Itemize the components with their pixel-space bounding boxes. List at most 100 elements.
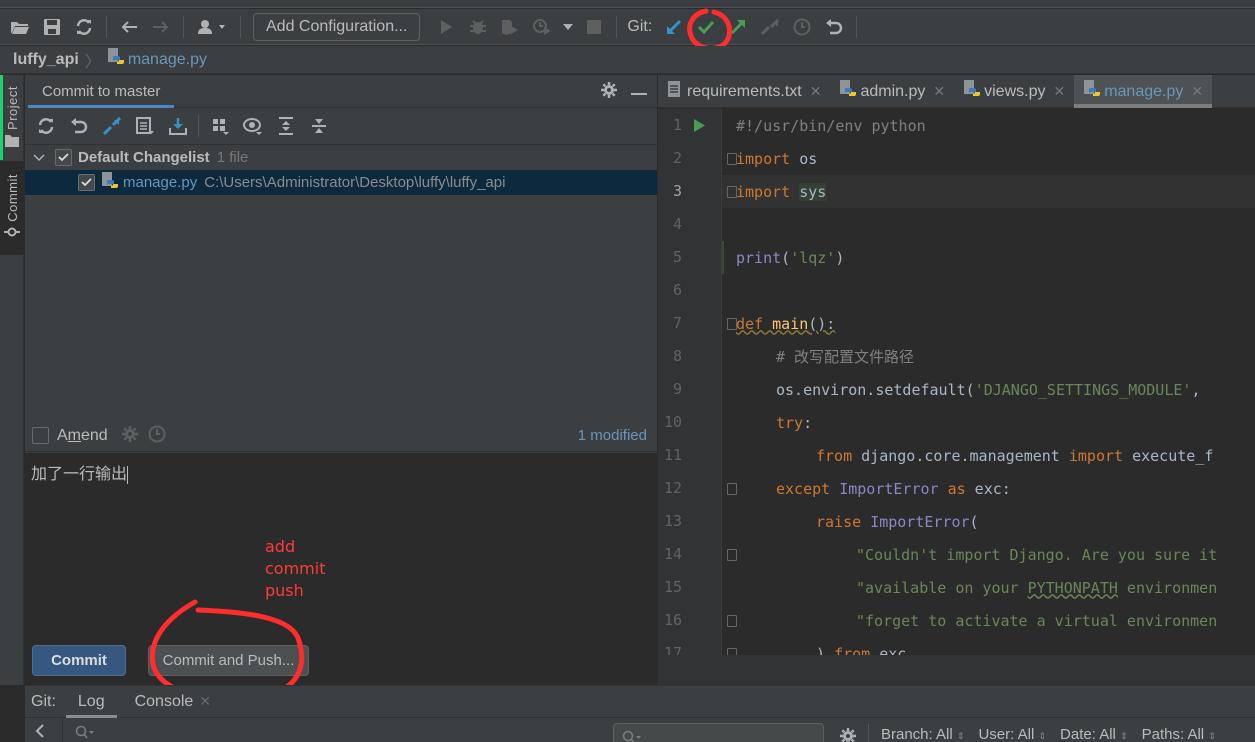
debug-icon[interactable]: [464, 13, 492, 41]
back-arrow-icon[interactable]: [115, 13, 143, 41]
python-file-icon: [963, 80, 981, 103]
git-merge-icon[interactable]: [756, 13, 784, 41]
dropdown-icon[interactable]: [560, 13, 576, 41]
fold-marker-icon[interactable]: [727, 648, 737, 655]
close-icon[interactable]: ✕: [1191, 83, 1203, 100]
profile-icon[interactable]: [528, 13, 556, 41]
expand-all-icon[interactable]: [273, 114, 298, 139]
coverage-icon[interactable]: [496, 13, 524, 41]
save-icon[interactable]: [38, 13, 66, 41]
commit-panel-toolbar: [25, 108, 657, 145]
tab-console[interactable]: Console: [135, 686, 194, 718]
minimize-icon[interactable]: [631, 83, 647, 100]
close-icon[interactable]: ✕: [933, 83, 945, 100]
add-configuration-button[interactable]: Add Configuration...: [253, 12, 421, 41]
line-number-gutter: 1 2 3 4 5 6 7 8 9 10 11 12 13 14 15 16 1…: [658, 109, 722, 685]
line-number: 14: [663, 545, 682, 563]
chevron-left-icon[interactable]: [35, 724, 45, 742]
commit-tool-button[interactable]: Commit: [0, 161, 24, 255]
filter-branch[interactable]: Branch: All ⇕: [881, 726, 964, 742]
code-line: "available on your PYTHONPATH environmen: [856, 578, 1218, 597]
separator: [62, 718, 63, 742]
code-line: try:: [776, 413, 813, 432]
code-line: os.environ.setdefault('DJANGO_SETTINGS_M…: [776, 380, 1201, 399]
breadcrumb-separator: 〉: [84, 53, 101, 71]
git-label: Git:: [627, 17, 653, 35]
forward-arrow-icon[interactable]: [147, 13, 175, 41]
tab-views-py[interactable]: views.py ✕: [954, 75, 1074, 108]
vcs-change-marker[interactable]: [722, 241, 724, 274]
user-dropdown-icon[interactable]: [192, 13, 232, 41]
code-line: ) from exc: [722, 637, 1255, 655]
sync-icon[interactable]: [70, 13, 98, 41]
editor-bottom-strip: [658, 655, 1255, 685]
line-number: 12: [663, 479, 682, 497]
fold-marker-icon[interactable]: [727, 549, 737, 561]
log-search-input[interactable]: [613, 723, 824, 742]
close-icon[interactable]: ✕: [810, 83, 822, 100]
changes-tree: Default Changelist 1 file manage.py C:\U…: [25, 145, 657, 450]
changelist-checkbox[interactable]: [55, 149, 72, 166]
changelist-row[interactable]: Default Changelist 1 file: [25, 145, 657, 170]
commit-button[interactable]: Commit: [32, 645, 126, 676]
amend-checkbox[interactable]: [32, 427, 49, 444]
tab-requirements-txt[interactable]: requirements.txt ✕: [658, 75, 830, 108]
tab-commit-to-master[interactable]: Commit to master: [25, 75, 177, 108]
branch-search-icon[interactable]: [75, 725, 95, 742]
run-gutter-icon[interactable]: [693, 119, 705, 132]
show-diff-icon[interactable]: [99, 114, 124, 139]
commit-message-input[interactable]: 加了一行输出: [25, 453, 657, 628]
filter-paths[interactable]: Paths: All ⇕: [1142, 726, 1216, 742]
code-line: "forget to activate a virtual environmen: [722, 604, 1255, 637]
project-tool-button[interactable]: Project: [0, 81, 24, 156]
amend-label[interactable]: Amend: [57, 427, 108, 445]
rollback-icon[interactable]: [66, 114, 91, 139]
history-clock-icon[interactable]: [788, 13, 816, 41]
line-number: 10: [663, 413, 682, 431]
shelve-download-icon[interactable]: [165, 114, 190, 139]
open-folder-icon[interactable]: [6, 13, 34, 41]
breadcrumb-root[interactable]: luffy_api: [13, 51, 79, 69]
python-file-icon: [839, 80, 857, 103]
log-filters: Branch: All ⇕ User: All ⇕ Date: All ⇕ Pa…: [881, 726, 1216, 742]
file-checkbox[interactable]: [78, 174, 95, 191]
file-row[interactable]: manage.py C:\Users\Administrator\Desktop…: [25, 170, 657, 195]
filter-user[interactable]: User: All ⇕: [978, 726, 1046, 742]
chevron-down-icon[interactable]: [33, 149, 45, 166]
fold-marker-icon[interactable]: [727, 615, 737, 627]
text-caret: [127, 465, 129, 484]
tab-manage-py[interactable]: manage.py ✕: [1074, 75, 1213, 108]
tab-log[interactable]: Log: [66, 686, 117, 718]
line-number: 16: [663, 611, 682, 629]
tab-admin-py[interactable]: admin.py ✕: [830, 75, 954, 108]
commit-panel: Commit to master Default Changelist 1 fi…: [25, 75, 657, 685]
line-number: 1: [672, 116, 682, 134]
code-area[interactable]: #!/usr/bin/env python import os import s…: [722, 109, 1255, 655]
changelist-icon[interactable]: [132, 114, 157, 139]
view-options-eye-icon[interactable]: [240, 114, 265, 139]
modified-count-link[interactable]: 1 modified: [578, 427, 647, 444]
close-icon[interactable]: ✕: [199, 693, 211, 710]
stop-icon[interactable]: [580, 13, 608, 41]
gear-icon[interactable]: [601, 81, 617, 102]
group-by-icon[interactable]: [207, 114, 232, 139]
breadcrumb-file[interactable]: manage.py: [128, 51, 207, 69]
fold-marker-icon[interactable]: [727, 483, 737, 495]
line-number: 3: [672, 182, 682, 200]
log-settings-gear-icon[interactable]: [840, 728, 856, 742]
separator: [856, 15, 858, 38]
run-icon[interactable]: [432, 13, 460, 41]
separator: [198, 115, 199, 137]
code-line: print('lqz'): [722, 241, 1255, 274]
rollback-icon[interactable]: [820, 13, 848, 41]
commit-options-gear-icon[interactable]: [121, 425, 138, 446]
collapse-all-icon[interactable]: [306, 114, 331, 139]
title-bar: [0, 0, 1255, 8]
line-number: 5: [672, 248, 682, 266]
close-icon[interactable]: ✕: [1053, 83, 1065, 100]
code-line: import os: [722, 142, 1255, 175]
refresh-icon[interactable]: [33, 114, 58, 139]
line-number: 2: [672, 149, 682, 167]
filter-date[interactable]: Date: All ⇕: [1060, 726, 1128, 742]
commit-history-clock-icon[interactable]: [148, 425, 166, 447]
